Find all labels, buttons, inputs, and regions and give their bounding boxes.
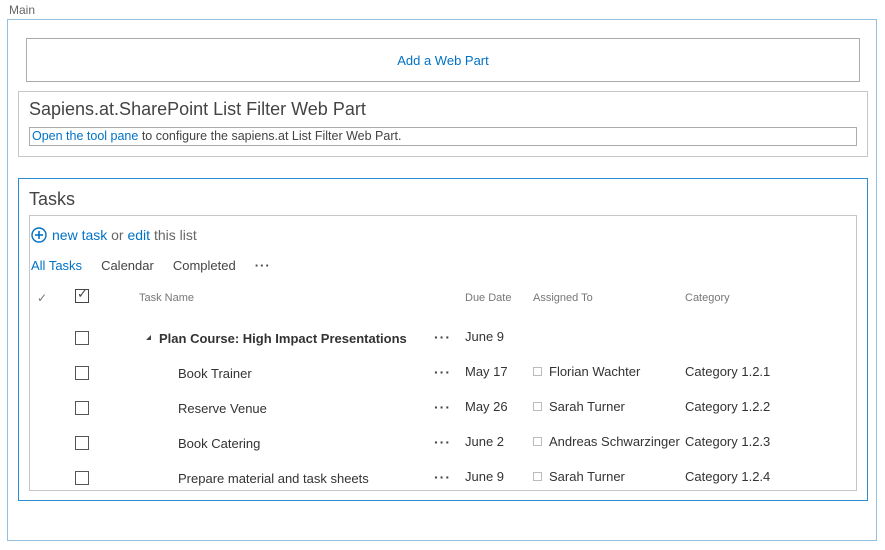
assignee-name[interactable]: Florian Wachter (549, 364, 640, 379)
row-menu-button[interactable]: ··· (434, 434, 451, 450)
row-menu-button[interactable]: ··· (434, 364, 451, 380)
due-date: June 9 (465, 329, 505, 344)
due-date: May 17 (465, 364, 508, 379)
category: Category 1.2.2 (685, 399, 771, 414)
view-all-tasks[interactable]: All Tasks (31, 258, 82, 273)
view-calendar[interactable]: Calendar (101, 258, 154, 273)
due-date: June 2 (465, 434, 505, 449)
row-menu-button[interactable]: ··· (434, 329, 451, 345)
table-row: Reserve Venue ··· May 26 Sarah Turner Ca… (30, 393, 856, 428)
header-assigned-to[interactable]: Assigned To (533, 292, 593, 304)
collapse-triangle-icon[interactable] (146, 335, 151, 340)
view-completed[interactable]: Completed (173, 258, 236, 273)
tasks-list-view: new task or edit this list All Tasks Cal… (29, 215, 857, 491)
configure-message-text: to configure the sapiens.at List Filter … (138, 129, 402, 143)
header-due-date[interactable]: Due Date (465, 292, 511, 304)
row-checkbox[interactable] (75, 401, 89, 415)
tasks-web-part: Tasks new task or edit this list All Tas… (18, 178, 868, 501)
task-name[interactable]: Book Trainer (178, 366, 252, 381)
presence-icon (533, 437, 542, 446)
assigned-to: Sarah Turner (533, 399, 625, 414)
new-task-bar: new task or edit this list (31, 227, 197, 243)
task-name[interactable]: Reserve Venue (178, 401, 267, 416)
row-checkbox[interactable] (75, 331, 89, 345)
add-web-part-area: Add a Web Part (26, 38, 860, 82)
zone-label: Main (9, 3, 36, 17)
row-checkbox[interactable] (75, 471, 89, 485)
select-all-checkbox[interactable] (75, 286, 89, 303)
more-views-button[interactable]: ··· (255, 258, 271, 273)
assignee-name[interactable]: Sarah Turner (549, 469, 625, 484)
due-date: May 26 (465, 399, 508, 414)
presence-icon (533, 472, 542, 481)
list-filter-web-part-title: Sapiens.at.SharePoint List Filter Web Pa… (29, 99, 366, 119)
due-date: June 9 (465, 469, 505, 484)
header-task-name[interactable]: Task Name (139, 292, 194, 304)
presence-icon (533, 367, 542, 376)
table-row: Prepare material and task sheets ··· Jun… (30, 463, 856, 498)
presence-icon (533, 402, 542, 411)
assigned-to: Andreas Schwarzinger (533, 434, 680, 449)
add-web-part-link[interactable]: Add a Web Part (397, 53, 489, 68)
this-list-text: this list (150, 227, 197, 243)
list-filter-web-part: Sapiens.at.SharePoint List Filter Web Pa… (18, 91, 868, 157)
configure-message: Open the tool pane to configure the sapi… (29, 127, 857, 146)
category: Category 1.2.4 (685, 469, 771, 484)
new-task-link[interactable]: new task (52, 227, 107, 243)
task-name[interactable]: Prepare material and task sheets (178, 471, 369, 486)
or-text: or (107, 227, 128, 243)
tasks-web-part-title[interactable]: Tasks (29, 189, 75, 210)
edit-list-link[interactable]: edit (127, 227, 150, 243)
table-row: Plan Course: High Impact Presentations ·… (30, 323, 856, 358)
category: Category 1.2.3 (685, 434, 771, 449)
assignee-name[interactable]: Andreas Schwarzinger (549, 434, 680, 449)
header-category[interactable]: Category (685, 292, 730, 304)
plus-circle-icon[interactable] (31, 227, 47, 243)
view-selector: All Tasks Calendar Completed ··· (31, 258, 290, 273)
task-name[interactable]: Book Catering (178, 436, 260, 451)
table-row: Book Trainer ··· May 17 Florian Wachter … (30, 358, 856, 393)
checkmark-icon: ✓ (37, 291, 48, 305)
assigned-to: Sarah Turner (533, 469, 625, 484)
row-menu-button[interactable]: ··· (434, 399, 451, 415)
table-row: Book Catering ··· June 2 Andreas Schwarz… (30, 428, 856, 463)
row-checkbox[interactable] (75, 366, 89, 380)
category: Category 1.2.1 (685, 364, 771, 379)
row-menu-button[interactable]: ··· (434, 469, 451, 485)
assigned-to: Florian Wachter (533, 364, 640, 379)
row-checkbox[interactable] (75, 436, 89, 450)
task-name[interactable]: Plan Course: High Impact Presentations (159, 331, 407, 346)
assignee-name[interactable]: Sarah Turner (549, 399, 625, 414)
open-tool-pane-link[interactable]: Open the tool pane (32, 129, 138, 143)
